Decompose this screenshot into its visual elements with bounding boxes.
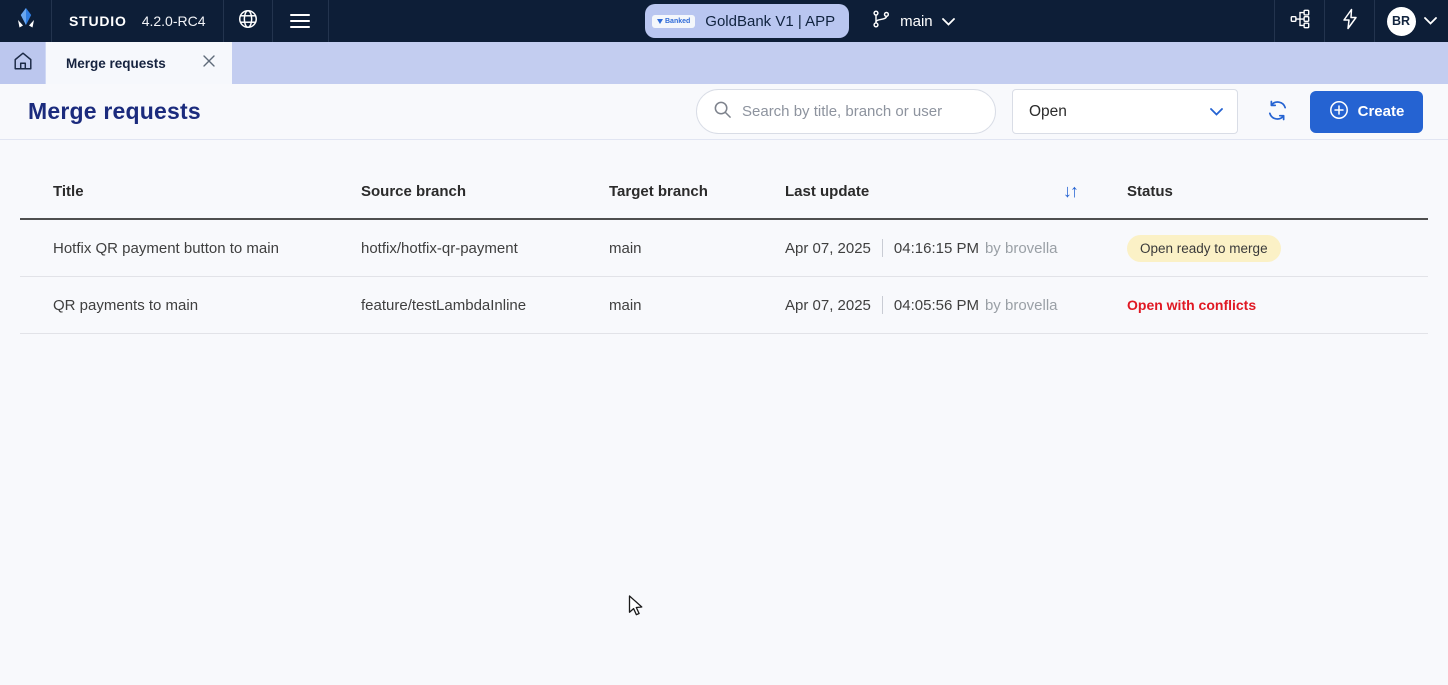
search-box — [696, 89, 996, 134]
merge-requests-table: Title Source branch Target branch Last u… — [20, 164, 1428, 334]
status-text: Open with conflicts — [1127, 297, 1256, 313]
org-chart-button[interactable] — [1274, 0, 1324, 42]
globe-button[interactable] — [224, 0, 273, 42]
table-header-row: Title Source branch Target branch Last u… — [20, 164, 1428, 220]
search-input[interactable] — [742, 103, 979, 120]
main-menu-button[interactable] — [273, 0, 329, 42]
mr-title: Hotfix QR payment button to main — [53, 240, 361, 257]
date-time-divider — [882, 296, 883, 314]
lightning-icon — [1340, 8, 1360, 35]
refresh-icon — [1266, 99, 1289, 125]
status-filter-select[interactable]: Open — [1012, 89, 1238, 134]
user-chevron-down-icon — [1424, 12, 1437, 30]
avatar: BR — [1387, 7, 1416, 36]
table-row[interactable]: QR payments to main feature/testLambdaIn… — [20, 277, 1428, 334]
col-source-branch: Source branch — [361, 183, 609, 200]
mr-author: by brovella — [985, 240, 1058, 257]
topbar-center: Banked GoldBank V1 | APP main — [645, 0, 955, 42]
user-menu[interactable]: BR — [1374, 0, 1448, 42]
mr-target-branch: main — [609, 297, 785, 314]
hamburger-icon — [290, 14, 310, 28]
globe-icon — [237, 8, 259, 35]
mr-status-cell: Open with conflicts — [1127, 297, 1428, 314]
col-status: Status — [1127, 183, 1428, 200]
quick-actions-button[interactable] — [1324, 0, 1374, 42]
studio-logo-icon — [13, 6, 39, 37]
mr-source-branch: feature/testLambdaInline — [361, 297, 609, 314]
date-time-divider — [882, 239, 883, 257]
col-title: Title — [53, 183, 361, 200]
top-bar: STUDIO 4.2.0-RC4 Banked GoldBank V1 | AP… — [0, 0, 1448, 42]
col-last-update-label: Last update — [785, 183, 869, 200]
create-button-label: Create — [1358, 103, 1405, 120]
mouse-cursor — [628, 595, 646, 624]
org-chart-icon — [1289, 8, 1311, 35]
col-last-update: Last update ↓↑ — [785, 181, 1127, 202]
brand-block: STUDIO 4.2.0-RC4 — [52, 0, 224, 42]
knowledge-base-chip[interactable]: Banked GoldBank V1 | APP — [645, 4, 849, 38]
tab-close-icon[interactable] — [202, 54, 216, 73]
status-badge: Open ready to merge — [1127, 235, 1281, 262]
mr-title: QR payments to main — [53, 297, 361, 314]
brand-version: 4.2.0-RC4 — [142, 13, 206, 29]
status-filter-value: Open — [1029, 103, 1067, 121]
mr-date: Apr 07, 2025 — [785, 240, 871, 257]
kb-label: GoldBank V1 | APP — [705, 13, 835, 30]
app-logo[interactable] — [0, 0, 52, 42]
col-target-branch: Target branch — [609, 183, 785, 200]
mr-last-update: Apr 07, 2025 04:05:56 PM by brovella — [785, 296, 1127, 314]
create-button[interactable]: Create — [1310, 91, 1423, 133]
refresh-button[interactable] — [1266, 99, 1289, 125]
branch-selector[interactable]: main — [871, 9, 955, 33]
mr-time: 04:05:56 PM — [894, 297, 979, 314]
page-title: Merge requests — [28, 98, 201, 125]
table-row[interactable]: Hotfix QR payment button to main hotfix/… — [20, 220, 1428, 277]
home-icon — [12, 50, 34, 77]
sort-icon[interactable]: ↓↑ — [1063, 181, 1077, 202]
table-body: Hotfix QR payment button to main hotfix/… — [20, 220, 1428, 334]
mr-author: by brovella — [985, 297, 1058, 314]
kb-mini-logo-icon — [657, 19, 663, 24]
git-branch-icon — [871, 9, 891, 33]
mr-date: Apr 07, 2025 — [785, 297, 871, 314]
tab-home[interactable] — [0, 42, 46, 84]
mr-last-update: Apr 07, 2025 04:16:15 PM by brovella — [785, 239, 1127, 257]
mr-target-branch: main — [609, 240, 785, 257]
topbar-right: BR — [1274, 0, 1448, 42]
kb-mini-logo-label: Banked — [665, 18, 690, 25]
filter-chevron-down-icon — [1210, 103, 1223, 121]
tab-label: Merge requests — [66, 56, 166, 71]
plus-circle-icon — [1329, 100, 1349, 124]
header-controls: Open Create — [696, 89, 1423, 134]
mr-time: 04:16:15 PM — [894, 240, 979, 257]
mr-source-branch: hotfix/hotfix-qr-payment — [361, 240, 609, 257]
brand-name: STUDIO — [69, 13, 127, 29]
branch-chevron-down-icon — [942, 13, 955, 30]
mr-status-cell: Open ready to merge — [1127, 235, 1428, 262]
search-icon — [713, 100, 732, 124]
branch-name: main — [900, 13, 933, 30]
page-header: Merge requests Open — [0, 84, 1448, 140]
kb-mini-logo: Banked — [652, 15, 695, 28]
tab-merge-requests[interactable]: Merge requests — [46, 42, 232, 84]
tab-bar: Merge requests — [0, 42, 1448, 84]
